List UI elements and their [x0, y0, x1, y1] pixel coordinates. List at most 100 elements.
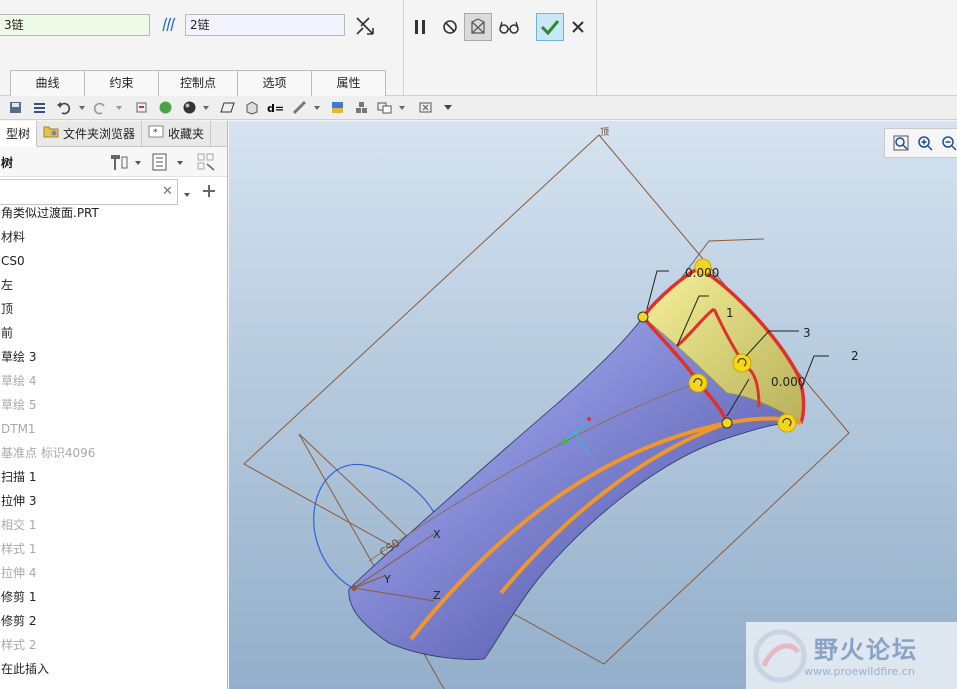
- watermark-logo: 野火论坛 www.proewildfire.cn: [746, 622, 957, 689]
- pause-icon[interactable]: [412, 18, 428, 36]
- plane-display-icon[interactable]: [220, 100, 235, 115]
- tab-constraints[interactable]: 约束: [84, 70, 159, 96]
- model-viewport: 顶 0.000 0.000 1 3 2 CS0 X Y Z: [243, 127, 859, 689]
- tree-item[interactable]: 材料: [1, 226, 25, 248]
- redo-icon[interactable]: [93, 100, 108, 115]
- control-point[interactable]: [637, 311, 649, 323]
- tree-item[interactable]: 草绘 4: [1, 370, 36, 392]
- close-window-icon[interactable]: [418, 100, 433, 115]
- axis-x-label: X: [433, 528, 441, 541]
- tree-item[interactable]: CS0: [1, 250, 25, 272]
- tree-item[interactable]: 前: [1, 322, 13, 344]
- tree-item[interactable]: 草绘 5: [1, 394, 36, 416]
- stop-icon[interactable]: [441, 18, 459, 36]
- divider: [403, 0, 404, 96]
- appearance-icon[interactable]: [158, 100, 173, 115]
- chain-collector-1[interactable]: 3链: [0, 14, 150, 36]
- preview-icon[interactable]: [464, 13, 492, 41]
- measure-icon[interactable]: [292, 100, 307, 115]
- tab-control-points[interactable]: 控制点: [158, 70, 238, 96]
- chain-number: 1: [726, 306, 734, 320]
- folder-icon: [43, 122, 59, 147]
- model-tree-panel: 型树 文件夹浏览器 * 收藏夹 树 ✕ 角类似过渡面.PRT 材料 CS0 左顶前草绘…: [0, 121, 228, 689]
- refit-icon[interactable]: [893, 135, 909, 151]
- windows-icon[interactable]: [377, 100, 392, 115]
- svg-text:d=: d=: [267, 102, 284, 115]
- zoom-out-icon[interactable]: [941, 135, 957, 151]
- chevron-down-icon[interactable]: [183, 189, 191, 199]
- chevron-down-icon[interactable]: [115, 100, 123, 115]
- swap-direction-icon[interactable]: [353, 14, 377, 38]
- tab-folder-browser[interactable]: 文件夹浏览器: [37, 121, 143, 147]
- tree-item[interactable]: 样式 1: [1, 538, 36, 560]
- divider: [596, 0, 597, 96]
- toolbar-menu-icon[interactable]: [443, 100, 453, 115]
- tree-item[interactable]: 修剪 1: [1, 586, 36, 608]
- tree-item[interactable]: 扫描 1: [1, 466, 36, 488]
- chevron-down-icon[interactable]: [313, 100, 321, 115]
- tree-item[interactable]: 样式 2: [1, 634, 36, 656]
- svg-text:*: *: [153, 128, 158, 138]
- chevron-down-icon[interactable]: [398, 100, 406, 115]
- chevron-down-icon[interactable]: [134, 157, 142, 167]
- assembly-icon[interactable]: [354, 100, 369, 115]
- chevron-down-icon[interactable]: [202, 100, 210, 115]
- axis-y-label: Y: [383, 573, 391, 586]
- layers-icon[interactable]: [32, 100, 47, 115]
- display-style-icon[interactable]: [182, 100, 197, 115]
- check-icon[interactable]: [536, 13, 564, 41]
- undo-icon[interactable]: [56, 100, 71, 115]
- tree-item[interactable]: 左: [1, 274, 13, 296]
- control-point[interactable]: [688, 373, 708, 393]
- watermark-url: www.proewildfire.cn: [804, 665, 915, 678]
- add-icon[interactable]: [201, 183, 217, 199]
- view-icon[interactable]: [244, 100, 259, 115]
- control-point[interactable]: [732, 353, 752, 373]
- tab-options[interactable]: 选项: [237, 70, 312, 96]
- dimension-value: 0.000: [685, 266, 719, 280]
- save-icon[interactable]: [8, 100, 23, 115]
- tab-label: 收藏夹: [168, 126, 205, 141]
- tab-curves[interactable]: 曲线: [10, 70, 85, 96]
- settings-tools-icon[interactable]: [108, 152, 130, 172]
- tree-item[interactable]: 在此插入: [1, 658, 49, 680]
- tree-item[interactable]: 基准点 标识4096: [1, 442, 95, 464]
- control-point[interactable]: [721, 417, 733, 429]
- axis-z-label: Z: [433, 589, 441, 602]
- chevron-down-icon[interactable]: [176, 157, 184, 167]
- glasses-icon[interactable]: [498, 18, 520, 36]
- tab-label: 文件夹浏览器: [63, 126, 136, 141]
- plane-label: 顶: [600, 127, 609, 138]
- tree-item[interactable]: 顶: [1, 298, 13, 320]
- regenerate-icon[interactable]: [134, 100, 149, 115]
- graphics-window[interactable]: 顶 0.000 0.000 1 3 2 CS0 X Y Z 野火论坛 www.p…: [229, 121, 957, 689]
- dimension-icon[interactable]: d=: [267, 100, 285, 115]
- tree-item[interactable]: 修剪 2: [1, 610, 36, 632]
- watermark-title: 野火论坛: [814, 636, 918, 664]
- favorites-icon: *: [148, 122, 164, 147]
- chevron-down-icon[interactable]: [78, 100, 86, 115]
- clear-icon[interactable]: ✕: [162, 184, 173, 199]
- chain-number: 3: [803, 326, 811, 340]
- analysis-icon[interactable]: [330, 100, 345, 115]
- tree-item[interactable]: 角类似过渡面.PRT: [1, 202, 99, 224]
- view-toolbar: [884, 128, 957, 158]
- tree-item[interactable]: 草绘 3: [1, 346, 36, 368]
- show-icon[interactable]: [150, 152, 170, 172]
- control-point[interactable]: [777, 413, 797, 433]
- tree-item[interactable]: DTM1: [1, 418, 36, 440]
- filter-icon[interactable]: [196, 152, 216, 172]
- tree-item[interactable]: 拉伸 4: [1, 562, 36, 584]
- close-icon[interactable]: [570, 18, 586, 36]
- tree-header-label: 树: [1, 156, 14, 170]
- tree-item[interactable]: 相交 1: [1, 514, 36, 536]
- tab-favorites[interactable]: * 收藏夹: [142, 121, 212, 147]
- tab-properties[interactable]: 属性: [311, 70, 386, 96]
- graphics-toolbar: d=: [0, 96, 957, 120]
- boundary-surface-icon[interactable]: [160, 16, 178, 34]
- chain-collector-2[interactable]: 2链: [185, 14, 345, 36]
- tab-model-tree[interactable]: 型树: [0, 121, 38, 147]
- tree-item[interactable]: 拉伸 3: [1, 490, 36, 512]
- zoom-in-icon[interactable]: [917, 135, 933, 151]
- watermark-emblem-icon: [753, 629, 807, 683]
